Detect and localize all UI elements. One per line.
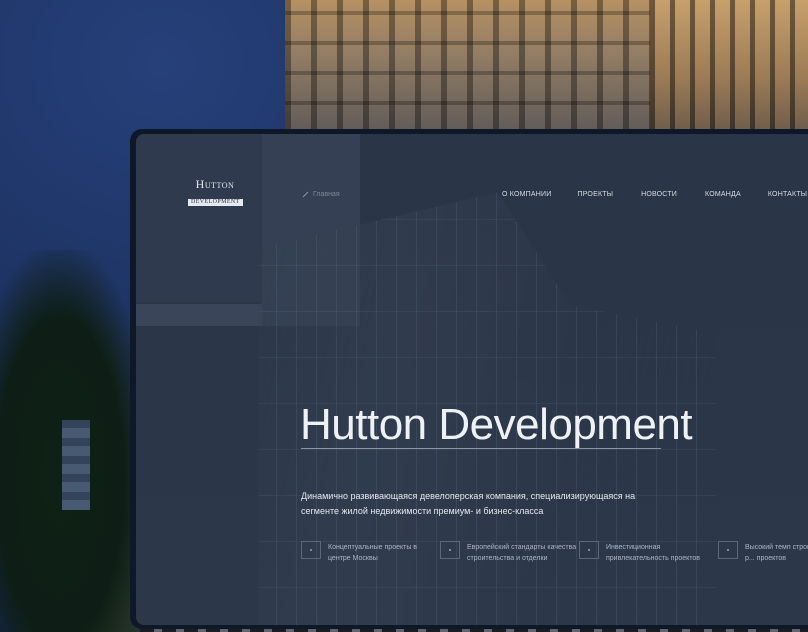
feature-icon	[301, 541, 321, 559]
breadcrumb-home-link[interactable]: Главная	[313, 191, 340, 198]
device-screen-frame: Hutton DEVELOPMENT Главная О КОМПАНИИ ПР…	[130, 129, 808, 629]
feature-text: Инвестиционная привлекательность проекто…	[606, 544, 701, 562]
website-mockup: Hutton DEVELOPMENT Главная О КОМПАНИИ ПР…	[136, 134, 808, 625]
nav-item-projects[interactable]: ПРОЕКТЫ	[577, 191, 613, 198]
slash-icon	[302, 191, 309, 198]
nav-item-team[interactable]: КОМАНДА	[705, 191, 741, 198]
logo-subtitle: DEVELOPMENT	[188, 199, 243, 206]
nav-item-about[interactable]: О КОМПАНИИ	[502, 191, 551, 198]
nav-item-news[interactable]: НОВОСТИ	[641, 191, 677, 198]
hero-description: Динамично развивающаяся девелоперская ко…	[301, 491, 636, 516]
decorative-panel-stripe	[136, 304, 262, 326]
background-photo-building-right	[650, 0, 808, 135]
hero-divider	[301, 448, 661, 449]
hero-title: Hutton Development	[300, 400, 693, 449]
feature-text: Концептуальные проекты в центре Москвы	[328, 544, 418, 562]
feature-icon	[718, 541, 738, 559]
feature-icon	[579, 541, 599, 559]
logo-wordmark: Hutton	[195, 177, 235, 191]
feature-text: Европейский стандарты качества строитель…	[467, 544, 577, 562]
nav-item-contacts[interactable]: КОНТАКТЫ	[768, 191, 807, 198]
site-logo[interactable]: Hutton DEVELOPMENT	[188, 177, 243, 208]
breadcrumb: Главная	[302, 191, 340, 198]
feature-icon	[440, 541, 460, 559]
decorative-panel-left	[136, 134, 262, 302]
feature-text: Высокий темп строительства и р... проект…	[745, 544, 808, 562]
background-photo-tower	[62, 420, 90, 510]
main-nav: О КОМПАНИИ ПРОЕКТЫ НОВОСТИ КОМАНДА КОНТА…	[502, 191, 807, 198]
